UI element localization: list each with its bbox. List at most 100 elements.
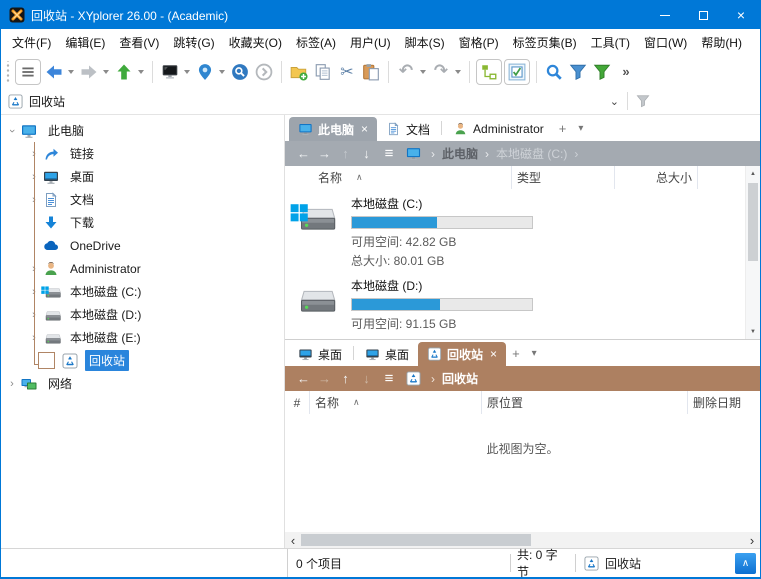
redo-button-dropdown[interactable] <box>455 70 461 74</box>
menu-item-3[interactable]: 跳转(G) <box>166 30 221 55</box>
menu-item-10[interactable]: 工具(T) <box>584 30 637 55</box>
close-button[interactable]: × <box>722 1 760 29</box>
vertical-scrollbar[interactable]: ▲ ▼ <box>745 166 760 339</box>
menu-item-4[interactable]: 收藏夹(O) <box>222 30 289 55</box>
maximize-button[interactable] <box>684 1 722 29</box>
menu-item-8[interactable]: 窗格(P) <box>452 30 506 55</box>
cut-button[interactable]: ✂ <box>335 59 359 85</box>
menu-item-5[interactable]: 标签(A) <box>289 30 343 55</box>
menu-item-1[interactable]: 编辑(E) <box>58 30 112 55</box>
tree-item-本地磁盘 (E:)[interactable]: ›本地磁盘 (E:) <box>1 326 284 349</box>
tree-expander-icon[interactable]: › <box>5 125 19 137</box>
monitor-icon[interactable] <box>405 146 422 161</box>
location-button-dropdown[interactable] <box>219 70 225 74</box>
drive-row[interactable]: 本地磁盘 (C:)可用空间: 42.82 GB总大小: 80.01 GB <box>285 189 745 271</box>
tab-回收站[interactable]: 回收站× <box>418 342 506 366</box>
tab-桌面[interactable]: 桌面 <box>356 342 418 366</box>
breadcrumb-segment[interactable]: 此电脑 <box>442 145 478 162</box>
tab-此电脑[interactable]: 此电脑× <box>289 117 377 141</box>
menu-item-11[interactable]: 窗口(W) <box>637 30 694 55</box>
breadcrumb-menu-icon[interactable]: ≡ <box>377 145 401 162</box>
tab-list-button[interactable]: ▾ <box>572 123 589 134</box>
scrollbar-thumb[interactable] <box>748 183 758 261</box>
column-header-类型[interactable]: 类型 <box>512 166 615 189</box>
new-folder-button[interactable] <box>287 59 311 85</box>
tree-item-此电脑[interactable]: ›此电脑 <box>1 119 284 142</box>
chevron-down-icon[interactable]: ⌄ <box>602 95 627 108</box>
tree-panel-toggle-button[interactable] <box>476 59 502 85</box>
breadcrumb-segment[interactable]: 本地磁盘 (C:) <box>496 145 567 162</box>
new-tab-button[interactable]: + <box>506 346 526 361</box>
minimize-button[interactable] <box>646 1 684 29</box>
new-tab-button[interactable]: + <box>553 121 573 136</box>
address-input[interactable]: 回收站 ⌄ <box>1 88 627 114</box>
tree-item-链接[interactable]: ›链接 <box>1 142 284 165</box>
forward-button-dropdown[interactable] <box>103 70 109 74</box>
status-expand-button[interactable]: ∧ <box>735 553 756 574</box>
menu-item-9[interactable]: 标签页集(B) <box>506 30 584 55</box>
recycle-bin-icon[interactable] <box>405 371 422 386</box>
column-header-名称[interactable]: 名称∧ <box>285 166 512 189</box>
up-button-dropdown[interactable] <box>138 70 144 74</box>
tree-expander-icon[interactable]: › <box>5 378 19 390</box>
menu-item-7[interactable]: 脚本(S) <box>398 30 452 55</box>
show-desktop-button[interactable] <box>158 59 182 85</box>
scroll-right-icon[interactable]: › <box>744 532 760 548</box>
copy-button[interactable] <box>311 59 335 85</box>
horizontal-scrollbar[interactable]: ‹ › <box>285 532 760 548</box>
tree-item-桌面[interactable]: ›桌面 <box>1 165 284 188</box>
column-header-名称[interactable]: 名称∧ <box>310 391 482 414</box>
scroll-down-icon[interactable]: ▼ <box>746 324 760 339</box>
forward-arrow-icon[interactable]: → <box>314 146 335 161</box>
back-button-dropdown[interactable] <box>68 70 74 74</box>
checkbox-mode-button[interactable] <box>504 59 530 85</box>
tree-item-Administrator[interactable]: ›Administrator <box>1 257 284 280</box>
scrollbar-thumb[interactable] <box>301 534 531 546</box>
visual-filter-button[interactable] <box>590 59 614 85</box>
back-arrow-icon[interactable]: ← <box>293 146 314 161</box>
up-button[interactable] <box>112 59 136 85</box>
filter-input[interactable] <box>628 88 760 114</box>
toolbar-overflow-button[interactable]: » <box>614 59 638 85</box>
menu-item-0[interactable]: 文件(F) <box>5 30 58 55</box>
tree-item-回收站[interactable]: 回收站 <box>1 349 284 372</box>
show-desktop-button-dropdown[interactable] <box>184 70 190 74</box>
tree-item-OneDrive[interactable]: OneDrive <box>1 234 284 257</box>
tab-文档[interactable]: 文档 <box>377 117 439 141</box>
back-arrow-icon[interactable]: ← <box>293 371 314 386</box>
column-header-删除日期[interactable]: 删除日期 <box>688 391 760 414</box>
breadcrumb-menu-icon[interactable]: ≡ <box>377 370 401 387</box>
undo-button-dropdown[interactable] <box>420 70 426 74</box>
tab-桌面[interactable]: 桌面 <box>289 342 351 366</box>
forward-button[interactable] <box>77 59 101 85</box>
back-button[interactable] <box>42 59 66 85</box>
tab-Administrator[interactable]: Administrator <box>444 117 553 141</box>
close-icon[interactable]: × <box>361 122 368 136</box>
go-button[interactable] <box>252 59 276 85</box>
up-arrow-icon[interactable]: ↑ <box>335 371 356 386</box>
tree-item-本地磁盘 (C:)[interactable]: ›本地磁盘 (C:) <box>1 280 284 303</box>
location-button[interactable] <box>193 59 217 85</box>
menu-item-2[interactable]: 查看(V) <box>112 30 166 55</box>
breadcrumb-segment[interactable]: 回收站 <box>442 370 478 387</box>
tree-checkbox[interactable] <box>38 352 55 369</box>
hotlist-button[interactable] <box>228 59 252 85</box>
tree-item-本地磁盘 (D:)[interactable]: ›本地磁盘 (D:) <box>1 303 284 326</box>
menu-item-12[interactable]: 帮助(H) <box>694 30 749 55</box>
column-header-原位置[interactable]: 原位置 <box>482 391 688 414</box>
scroll-left-icon[interactable]: ‹ <box>285 532 301 548</box>
close-icon[interactable]: × <box>490 347 497 361</box>
tab-list-button[interactable]: ▾ <box>526 348 543 359</box>
scroll-up-icon[interactable]: ▲ <box>746 166 760 181</box>
tree-item-网络[interactable]: ›网络 <box>1 372 284 395</box>
find-files-button[interactable] <box>542 59 566 85</box>
paste-button[interactable] <box>359 59 383 85</box>
menu-item-6[interactable]: 用户(U) <box>343 30 398 55</box>
column-header-总大小[interactable]: 总大小 <box>615 166 698 189</box>
drive-row[interactable]: 本地磁盘 (D:)可用空间: 91.15 GB <box>285 271 745 334</box>
toolbar-grip[interactable] <box>4 61 12 83</box>
filter-button[interactable] <box>566 59 590 85</box>
column-header-#[interactable]: # <box>285 391 310 414</box>
redo-button[interactable]: ↷ <box>429 59 453 85</box>
undo-button[interactable]: ↶ <box>394 59 418 85</box>
